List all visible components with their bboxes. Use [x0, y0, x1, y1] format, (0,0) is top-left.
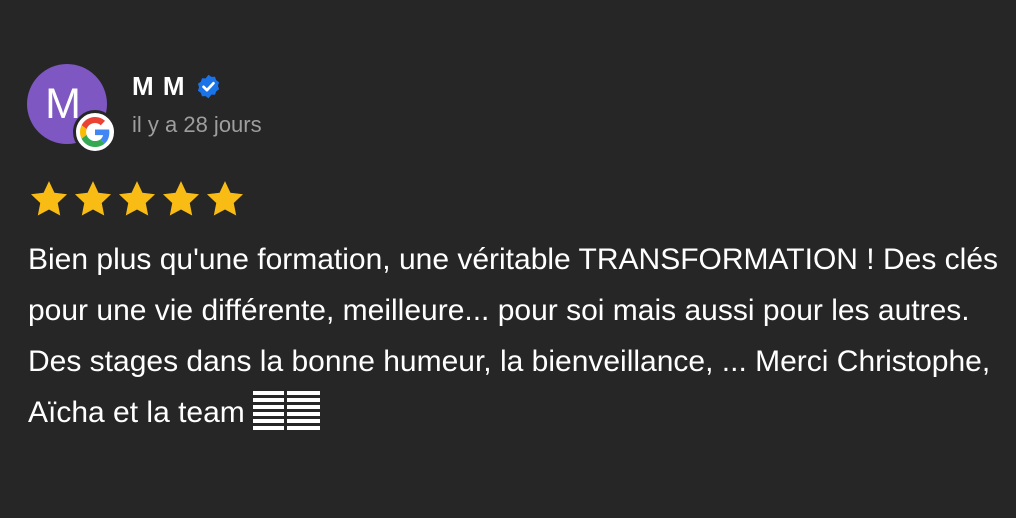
- review-text: Bien plus qu'une formation, une véritabl…: [28, 234, 1013, 438]
- star-icon: [72, 178, 114, 220]
- google-icon: [73, 110, 117, 154]
- star-rating: [28, 178, 246, 220]
- review-date: il y a 28 jours: [132, 112, 262, 137]
- star-icon: [204, 178, 246, 220]
- reviewer-name[interactable]: M M: [132, 71, 186, 102]
- verified-badge-icon: [195, 73, 222, 100]
- star-icon: [160, 178, 202, 220]
- flag-icon: [252, 391, 320, 431]
- review-card: M M M il y a 28 jours Bien plus qu'une f…: [0, 0, 1016, 518]
- star-icon: [116, 178, 158, 220]
- review-text-body: Bien plus qu'une formation, une véritabl…: [28, 243, 999, 429]
- star-icon: [28, 178, 70, 220]
- reviewer-name-row: M M: [132, 70, 222, 102]
